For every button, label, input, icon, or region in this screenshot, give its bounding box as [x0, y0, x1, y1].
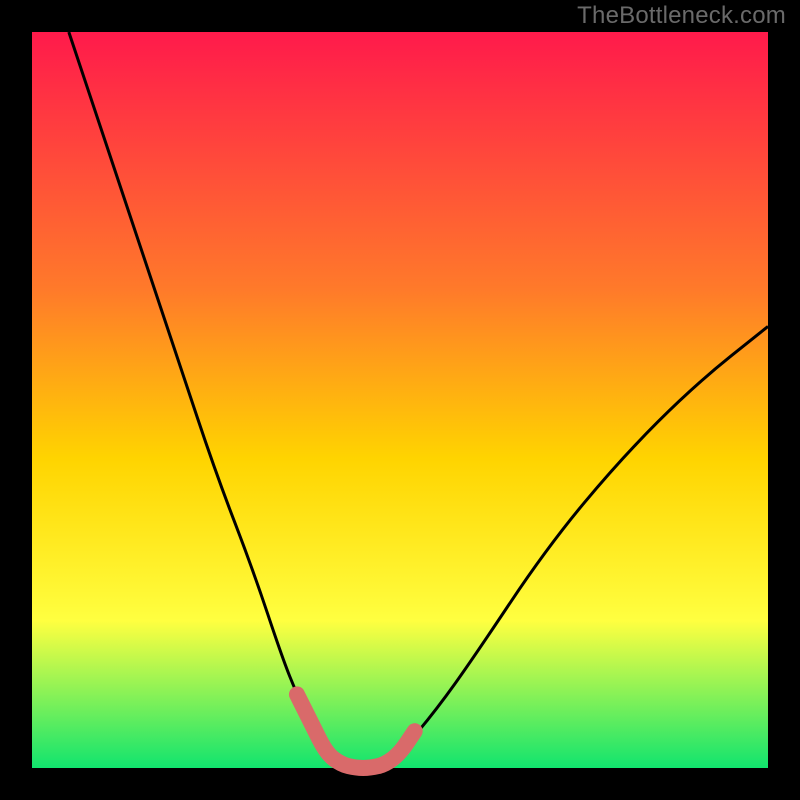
bottleneck-chart [0, 0, 800, 800]
plot-background [32, 32, 768, 768]
chart-frame: TheBottleneck.com [0, 0, 800, 800]
watermark-text: TheBottleneck.com [577, 2, 786, 30]
